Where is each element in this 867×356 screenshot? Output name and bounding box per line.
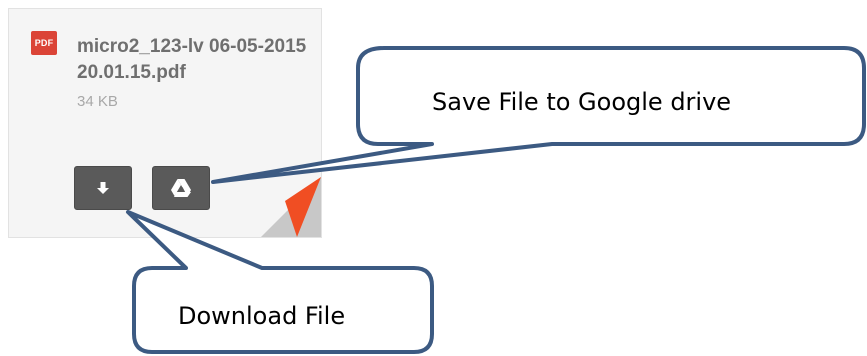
page-curl-corner	[261, 177, 321, 237]
pdf-file-icon: PDF	[31, 31, 57, 55]
download-button[interactable]	[74, 166, 132, 210]
attachment-card[interactable]: PDF micro2_123-lv 06-05-2015 20.01.15.pd…	[8, 8, 322, 238]
attachment-file-name[interactable]: micro2_123-lv 06-05-2015 20.01.15.pdf	[77, 34, 317, 86]
save-to-drive-button[interactable]	[152, 166, 210, 210]
save-to-drive-callout-text: Save File to Google drive	[432, 88, 732, 116]
attachment-file-size: 34 KB	[77, 93, 118, 110]
google-drive-icon	[171, 179, 191, 197]
download-callout-text: Download File	[178, 302, 346, 330]
download-arrow-icon	[97, 182, 109, 194]
